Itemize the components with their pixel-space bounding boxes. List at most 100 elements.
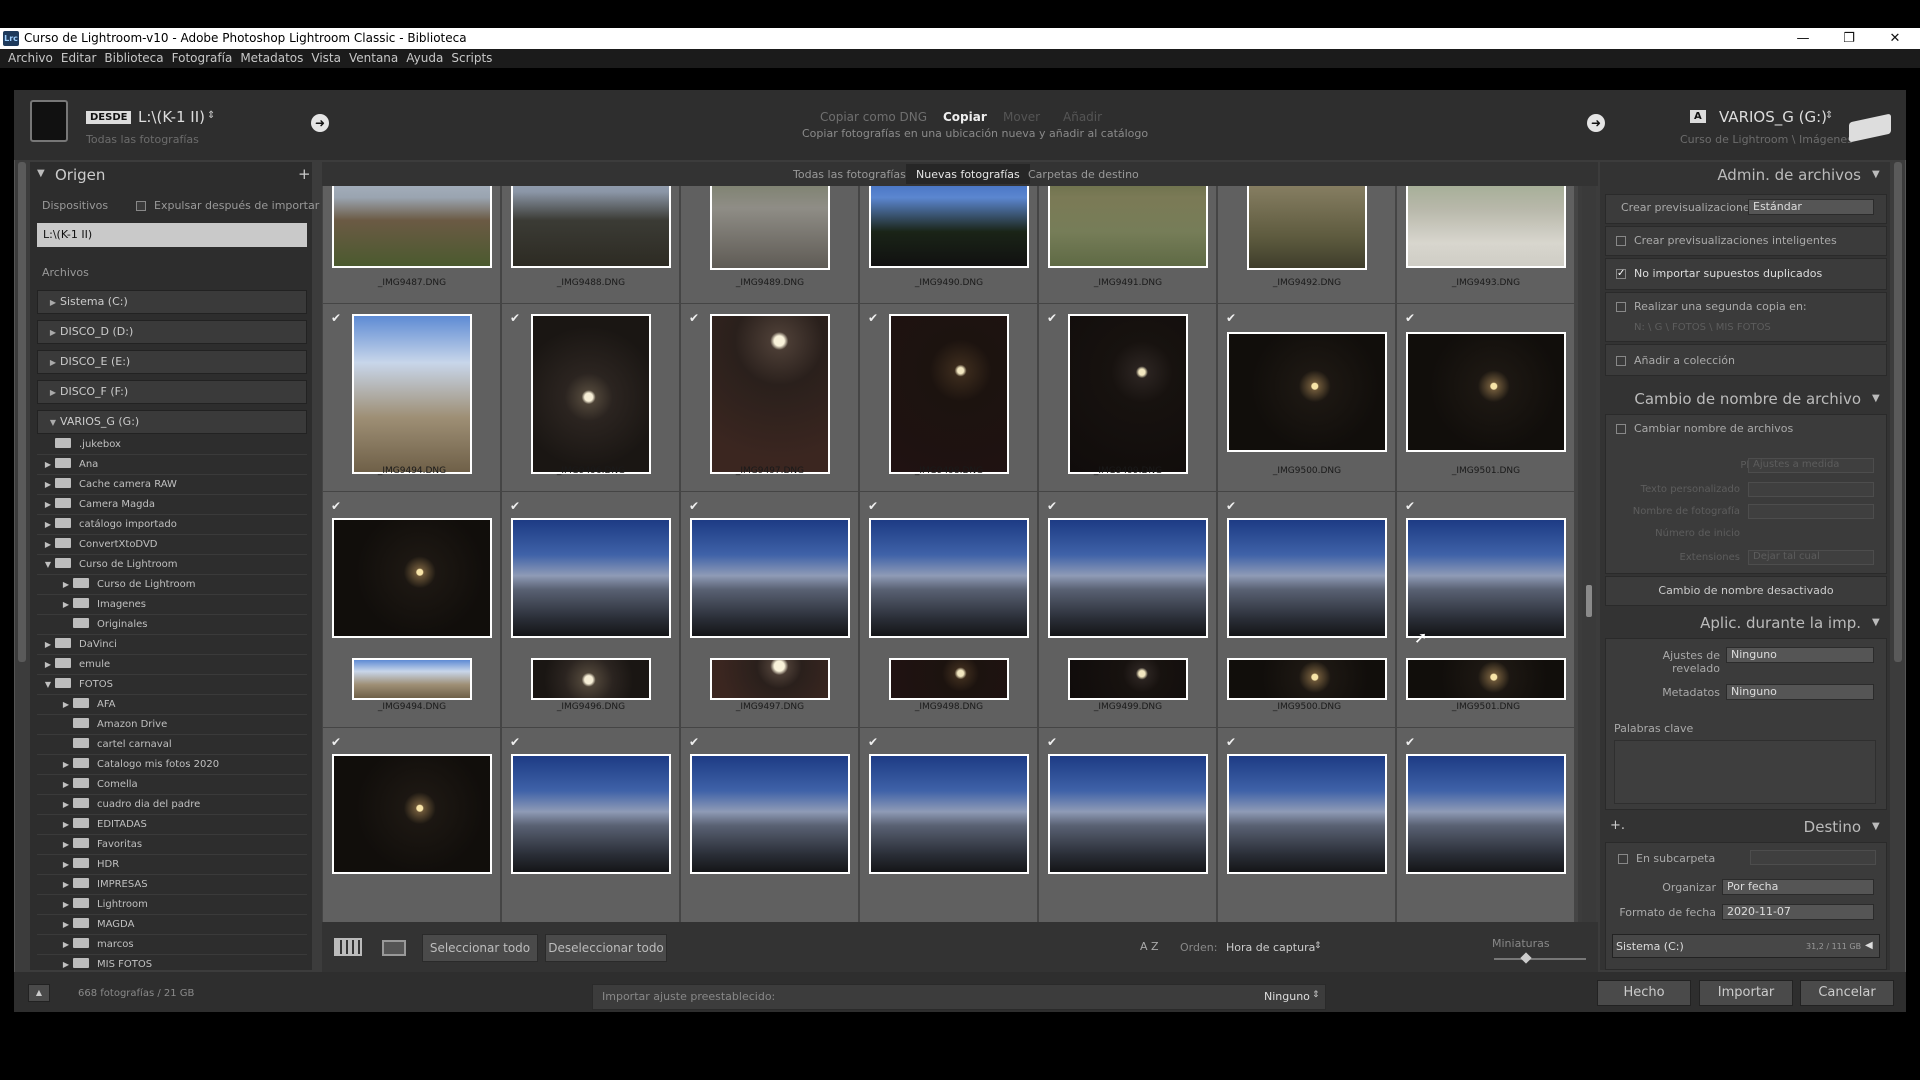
photo-thumbnail[interactable] [710,186,830,270]
collapsed-triangle-icon[interactable]: ▶ [37,895,73,915]
include-checkbox-icon[interactable]: ✔ [689,500,701,512]
include-checkbox-icon[interactable]: ✔ [1405,500,1417,512]
photo-thumbnail[interactable] [1048,186,1208,268]
photo-cell[interactable]: _IMG9493.DNG [1397,186,1575,304]
expand-up-icon[interactable]: ▲ [28,984,50,1002]
photo-cell[interactable]: ✔ _IMG9498.DNG [860,492,1038,728]
folder-item[interactable]: ▶ Favoritas [37,835,307,855]
folder-item[interactable]: ▼ FOTOS [37,675,307,695]
collapsed-triangle-icon[interactable]: ▶ [37,515,55,535]
photo-thumbnail[interactable] [690,754,850,874]
tab-destination-folders[interactable]: Carpetas de destino [1028,168,1139,181]
menu-editar[interactable]: Editar [53,49,97,68]
grid-scrollbar-thumb[interactable] [1586,585,1592,617]
collapsed-triangle-icon[interactable]: ▶ [46,352,60,374]
photo-thumbnail[interactable] [531,658,651,700]
arrow-right-icon[interactable]: ➜ [1587,114,1605,132]
checkbox-icon[interactable] [136,201,146,211]
order-value[interactable]: Hora de captura [1226,941,1315,954]
photo-thumbnail[interactable] [889,314,1009,474]
collapsed-triangle-icon[interactable]: ▶ [37,695,73,715]
menu-ventana[interactable]: Ventana [341,49,398,68]
folder-item[interactable]: ▶ marcos [37,935,307,955]
menu-biblioteca[interactable]: Biblioteca [96,49,163,68]
checkbox-icon[interactable] [1616,356,1626,366]
photo-cell[interactable]: ✔ [860,728,1038,922]
include-checkbox-icon[interactable]: ✔ [689,736,701,748]
photo-cell[interactable]: ✔ _IMG9499.DNG [1039,492,1217,728]
tab-all-photos[interactable]: Todas las fotografías [793,168,906,181]
destination-dropdown-icon[interactable]: ⇕ [1825,110,1833,121]
grid-view-icon[interactable] [334,938,362,956]
preset-dropdown-icon[interactable]: ⇕ [1312,990,1320,1000]
collapsed-triangle-icon[interactable]: ▶ [37,915,73,935]
photo-thumbnail[interactable] [1227,332,1387,452]
photo-cell[interactable]: _IMG9489.DNG [681,186,859,304]
photo-cell[interactable]: ✔ _IMG9498.DNG [860,304,1038,492]
photo-cell[interactable]: ✔ [1397,728,1575,922]
collapsed-triangle-icon[interactable]: ▶ [37,875,73,895]
photo-thumbnail[interactable] [352,314,472,474]
collapse-triangle-icon[interactable]: ▼ [37,168,45,179]
left-scrollbar[interactable] [18,162,26,662]
photo-thumbnail[interactable] [1068,314,1188,474]
done-button[interactable]: Hecho [1597,980,1691,1006]
collapse-triangle-icon[interactable]: ▼ [1872,169,1880,180]
second-copy-checkbox[interactable]: Realizar una segunda copia en: [1616,300,1807,313]
order-dropdown-icon[interactable]: ⇕ [1314,941,1322,951]
maximize-button[interactable]: ❐ [1826,28,1872,49]
template-select[interactable]: Ajustes a medida [1748,458,1874,473]
rename-title[interactable]: Cambio de nombre de archivo [1605,390,1887,408]
photo-cell[interactable]: ✔ _IMG9496.DNG [502,304,680,492]
rename-checkbox[interactable]: Cambiar nombre de archivos [1616,422,1793,435]
include-checkbox-icon[interactable]: ✔ [868,312,880,324]
extensions-select[interactable]: Dejar tal cual [1748,550,1874,565]
folder-item[interactable]: ▶ Ana [37,455,307,475]
expanded-triangle-icon[interactable]: ▼ [37,555,55,575]
photo-thumbnail[interactable] [1227,754,1387,874]
file-handling-title[interactable]: Admin. de archivos [1605,166,1887,184]
folder-item[interactable]: ▶ MAGDA [37,915,307,935]
deselect-all-button[interactable]: Deseleccionar todo [545,934,667,962]
photo-thumbnail[interactable] [511,186,671,268]
menu-scripts[interactable]: Scripts [443,49,492,68]
custom-text-input[interactable] [1748,482,1874,497]
sort-direction-icon[interactable]: A Z [1140,940,1159,953]
expanded-triangle-icon[interactable]: ▼ [37,675,55,695]
photo-cell[interactable]: ✔ _IMG9500.DNG [1218,304,1396,492]
photo-cell[interactable]: ✔ _IMG9496.DNG [502,492,680,728]
include-checkbox-icon[interactable]: ✔ [510,312,522,324]
include-checkbox-icon[interactable]: ✔ [1047,736,1059,748]
destination-title[interactable]: Destino [1605,818,1887,836]
photo-thumbnail[interactable] [869,754,1029,874]
folder-item[interactable]: ▶ Lightroom [37,895,307,915]
folder-item[interactable]: ▶ cuadro dia del padre [37,795,307,815]
destination-name[interactable]: VARIOS_G (G:) [1719,108,1827,126]
mode-add[interactable]: Añadir [1063,110,1102,124]
photo-thumbnail[interactable] [1068,658,1188,700]
folder-item[interactable]: Amazon Drive [37,715,307,735]
photo-cell[interactable]: ✔ [1039,728,1217,922]
apply-during-import-title[interactable]: Aplic. durante la imp. [1605,614,1887,632]
folder-item[interactable]: ▶ Catalogo mis fotos 2020 [37,755,307,775]
photo-thumbnail[interactable] [889,658,1009,700]
photo-cell[interactable]: ✔ _IMG9494.DNG [323,492,501,728]
collapsed-triangle-icon[interactable]: ▶ [37,755,73,775]
include-checkbox-icon[interactable]: ✔ [1405,736,1417,748]
collapse-triangle-icon[interactable]: ▼ [1872,617,1880,628]
collapsed-triangle-icon[interactable]: ▶ [46,382,60,404]
photo-thumbnail[interactable] [1406,754,1566,874]
grid-scrollbar-track[interactable] [1582,186,1596,922]
collapsed-triangle-icon[interactable]: ▶ [37,775,73,795]
include-checkbox-icon[interactable]: ✔ [1047,500,1059,512]
checkbox-icon[interactable] [1618,854,1628,864]
photo-thumbnail[interactable] [332,518,492,638]
include-checkbox-icon[interactable]: ✔ [1226,736,1238,748]
no-duplicates-checkbox[interactable]: ✓ No importar supuestos duplicados [1616,267,1822,280]
photo-thumbnail[interactable] [1406,186,1566,268]
photo-thumbnail[interactable] [332,186,492,268]
volume-item[interactable]: ▶ DISCO_F (F:) [37,380,307,404]
include-checkbox-icon[interactable]: ✔ [1405,312,1417,324]
folder-item[interactable]: ▶ ConvertXtoDVD [37,535,307,555]
photo-thumbnail[interactable] [352,658,472,700]
